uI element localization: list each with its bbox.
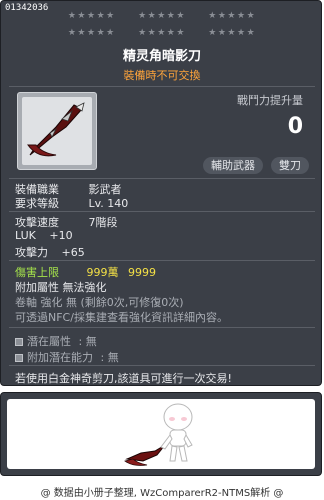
- extra-attribute-row: 附加屬性 無法強化: [15, 281, 107, 294]
- weapon-category-chip: 雙刀: [271, 157, 309, 174]
- star-group: ★★★★★: [208, 11, 257, 21]
- divider: [9, 211, 315, 212]
- potential-row: 潛在屬性 : 無: [15, 333, 97, 349]
- platinum-scissors-note: 若使用白金神奇剪刀,該道具可進行一次交易!: [15, 372, 232, 385]
- star-group: ★★★★★: [138, 28, 186, 38]
- character-preview-panel: [0, 392, 322, 476]
- weapon-type-chip: 輔助武器: [203, 157, 263, 174]
- star-group: ★★★★★: [67, 11, 116, 21]
- character-head: [163, 403, 193, 431]
- damage-cap-row: 傷害上限 999萬 9999: [15, 264, 156, 280]
- character-preview: [124, 403, 193, 466]
- additional-potential-label: 附加潛在能力: [27, 351, 93, 364]
- attack-speed-value: 7階段: [88, 216, 118, 229]
- potential-icon: [15, 338, 23, 346]
- star-group: ★★★★★: [138, 11, 186, 21]
- scroll-upgrade-row: 卷軸 強化 無 (剩餘0次,可修復0次): [15, 296, 184, 309]
- divider: [9, 178, 315, 179]
- star-group: ★★★★★: [208, 28, 257, 38]
- star-force-row-2: ★★★★★ ★★★★★ ★★★★★: [1, 28, 323, 38]
- luk-row: LUK +10: [15, 229, 73, 242]
- weapon-sprite: [125, 444, 166, 462]
- additional-potential-value: : 無: [100, 351, 119, 364]
- item-name: 精灵角暗影刀: [122, 49, 201, 64]
- divider: [9, 260, 315, 261]
- character-body: [169, 429, 187, 447]
- item-icon-frame: [17, 92, 97, 170]
- damage-cap-value: 999萬: [86, 266, 119, 279]
- attack-speed-label: 攻擊速度: [15, 216, 59, 229]
- divider: [9, 86, 315, 87]
- item-tooltip: 01342036 ★★★★★ ★★★★★ ★★★★★ ★★★★★ ★★★★★ ★…: [0, 0, 322, 386]
- damage-cap-label: 傷害上限: [15, 266, 59, 279]
- star-force-row-1: ★★★★★ ★★★★★ ★★★★★: [1, 11, 323, 21]
- attack-row: 攻擊力 +65: [15, 244, 85, 260]
- required-level-label: 要求等級: [15, 197, 59, 210]
- attack-value: +65: [61, 246, 85, 259]
- divider: [9, 327, 315, 328]
- attack-label: 攻擊力: [15, 246, 48, 259]
- power-change-label: 戰鬥力提升量: [237, 94, 303, 107]
- damage-cap-number: 9999: [128, 266, 156, 279]
- attack-speed-row: 攻擊速度 7階段: [15, 214, 118, 230]
- power-change-value: 0: [287, 114, 303, 139]
- footer-credit: @ 数据由小册子整理, WzComparerR2-NTMS解析 @: [40, 488, 284, 499]
- trade-note: 裝備時不可交換: [123, 69, 201, 82]
- nfc-info-row: 可透過NFC/採集建查看強化資訊詳細內容。: [15, 311, 228, 324]
- star-group: ★★★★★: [67, 28, 116, 38]
- divider: [9, 365, 315, 366]
- luk-label: LUK: [15, 229, 36, 242]
- potential-label: 潛在屬性: [27, 335, 71, 348]
- required-level-row: 要求等級 Lv. 140: [15, 195, 128, 211]
- luk-value: +10: [49, 229, 73, 242]
- dual-blade-icon: [27, 102, 85, 157]
- additional-potential-row: 附加潛在能力 : 無: [15, 349, 119, 365]
- required-level-value: Lv. 140: [88, 197, 129, 210]
- potential-value: : 無: [78, 335, 97, 348]
- additional-potential-icon: [15, 354, 23, 362]
